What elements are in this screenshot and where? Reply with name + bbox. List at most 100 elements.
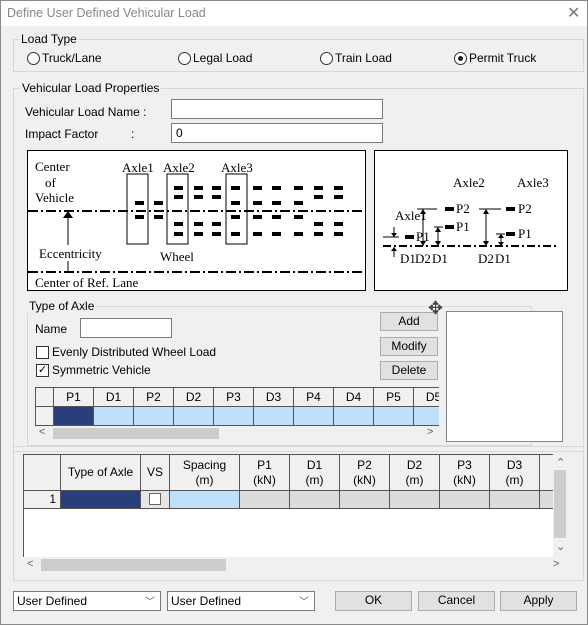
cell-p2[interactable] <box>134 407 174 426</box>
elev-axle1-d1: D1 <box>400 251 416 266</box>
column-header-p5: P5 <box>374 387 414 407</box>
grid-cell[interactable] <box>490 491 540 509</box>
grid-cell[interactable] <box>240 491 290 509</box>
dropdown-1[interactable]: User Defined ﹀ <box>13 591 161 611</box>
scroll-up-icon[interactable]: ⌃ <box>556 456 565 469</box>
wheel-mark <box>135 201 144 205</box>
radio-legal-load[interactable]: Legal Load <box>178 51 252 65</box>
wheel-mark <box>194 195 203 199</box>
axle-type-list[interactable] <box>446 311 563 442</box>
load-type-label: Load Type <box>19 32 79 46</box>
column-header: D2 (m) <box>390 455 440 491</box>
column-header-d2: D2 <box>174 387 214 407</box>
grid-corner <box>35 387 54 407</box>
delete-button[interactable]: Delete <box>380 361 438 380</box>
column-header-d1: D1 <box>94 387 134 407</box>
axle-name-input[interactable] <box>80 318 172 338</box>
cell-p5[interactable] <box>374 407 414 426</box>
apply-button[interactable]: Apply <box>500 591 577 611</box>
scroll-right-icon[interactable]: > <box>553 558 559 570</box>
cell-d1[interactable] <box>94 407 134 426</box>
cell-d2[interactable] <box>174 407 214 426</box>
cell-p3[interactable] <box>214 407 254 426</box>
properties-label: Vehicular Load Properties <box>20 81 162 95</box>
dropdown-2[interactable]: User Defined ﹀ <box>167 591 315 611</box>
cell-d5[interactable] <box>414 407 439 426</box>
wheel-mark <box>194 222 203 226</box>
row-header[interactable] <box>35 407 54 426</box>
grid-cell[interactable] <box>390 491 440 509</box>
move-cursor-icon: ✥ <box>428 298 444 318</box>
cell-d4[interactable] <box>334 407 374 426</box>
eccentricity-label: Eccentricity <box>39 246 102 261</box>
symmetric-vehicle-checkbox[interactable]: ✓ Symmetric Vehicle <box>36 363 151 377</box>
vehicular-load-name-input[interactable] <box>171 99 383 119</box>
cancel-button[interactable]: Cancel <box>418 591 495 611</box>
scroll-left-icon[interactable]: < <box>27 558 33 570</box>
radio-train-load[interactable]: Train Load <box>320 51 392 65</box>
wheel-mark <box>231 186 240 190</box>
axle-sequence-grid[interactable]: Type of Axle VS Spacing (m) P1 (kN) D1 (m) P2 (kN… <box>23 454 553 557</box>
cell-p1[interactable] <box>54 407 94 426</box>
chevron-down-icon: ﹀ <box>299 597 309 608</box>
column-header-line2: (m) <box>405 472 424 487</box>
main-grid-vscrollbar[interactable]: ⌃ ⌄ <box>553 454 567 557</box>
evenly-distributed-checkbox[interactable]: Evenly Distributed Wheel Load <box>36 345 216 359</box>
scroll-down-icon[interactable]: ⌄ <box>556 540 565 553</box>
grid-cell[interactable] <box>340 491 390 509</box>
wheel-mark <box>194 232 203 236</box>
axle-grid-hscrollbar[interactable]: < > <box>35 426 439 441</box>
cell-d3[interactable] <box>254 407 294 426</box>
axle1-box <box>126 173 149 245</box>
radio-permit-truck[interactable]: Permit Truck <box>454 51 536 65</box>
grid-cell[interactable] <box>61 491 141 509</box>
wheel-mark <box>253 232 262 236</box>
impact-factor-input[interactable] <box>171 123 383 143</box>
wheel-mark <box>194 186 203 190</box>
elev-axle1-label: Axle1 <box>395 208 427 223</box>
column-header-line2: (m) <box>305 472 324 487</box>
column-header: P1 (kN) <box>240 455 290 491</box>
wheel-mark <box>212 232 221 236</box>
wheel-mark <box>294 186 303 190</box>
column-header-p4: P4 <box>294 387 334 407</box>
wheel-mark <box>174 195 183 199</box>
grid-corner <box>24 455 61 491</box>
wheel-mark <box>294 215 303 219</box>
wheel-mark <box>231 232 240 236</box>
radio-truck-lane[interactable]: Truck/Lane <box>27 51 102 65</box>
grid-cell[interactable] <box>170 491 240 509</box>
scroll-left-icon[interactable]: < <box>39 426 45 438</box>
grid-cell[interactable] <box>290 491 340 509</box>
wheel-mark <box>334 232 343 236</box>
column-header <box>540 455 553 491</box>
grid-cell[interactable] <box>540 491 553 509</box>
main-grid-hscrollbar[interactable]: < > <box>23 557 567 573</box>
cell-p4[interactable] <box>294 407 334 426</box>
wheel-mark <box>334 222 343 226</box>
column-header: VS <box>141 455 170 491</box>
scroll-thumb[interactable] <box>41 559 226 571</box>
row-number[interactable]: 1 <box>24 491 61 509</box>
vs-checkbox[interactable] <box>149 493 161 505</box>
wheel-mark <box>174 186 183 190</box>
wheel-mark <box>154 215 163 219</box>
close-icon[interactable]: ✕ <box>567 3 580 23</box>
elev-axle2-d1: D1 <box>432 251 448 266</box>
column-header-line1: Type of Axle <box>67 465 134 479</box>
wheel-mark <box>272 232 281 236</box>
vs-cell[interactable] <box>141 491 170 509</box>
scroll-thumb[interactable] <box>53 428 219 439</box>
scroll-right-icon[interactable]: > <box>427 426 433 438</box>
modify-button[interactable]: Modify <box>380 337 438 356</box>
grid-cell[interactable] <box>440 491 490 509</box>
axle-load-grid[interactable]: P1 D1 P2 D2 P3 D3 P4 D4 P5 D5 <box>35 387 439 426</box>
elev-axle2-d2: D2 <box>415 251 431 266</box>
column-header-line1: VS <box>146 465 163 479</box>
column-header-line1: P2 <box>357 457 372 472</box>
column-header: D3 (m) <box>490 455 540 491</box>
vscroll-thumb[interactable] <box>554 470 566 538</box>
column-header-line2: (m) <box>505 472 524 487</box>
column-header: D1 (m) <box>290 455 340 491</box>
ok-button[interactable]: OK <box>335 591 412 611</box>
